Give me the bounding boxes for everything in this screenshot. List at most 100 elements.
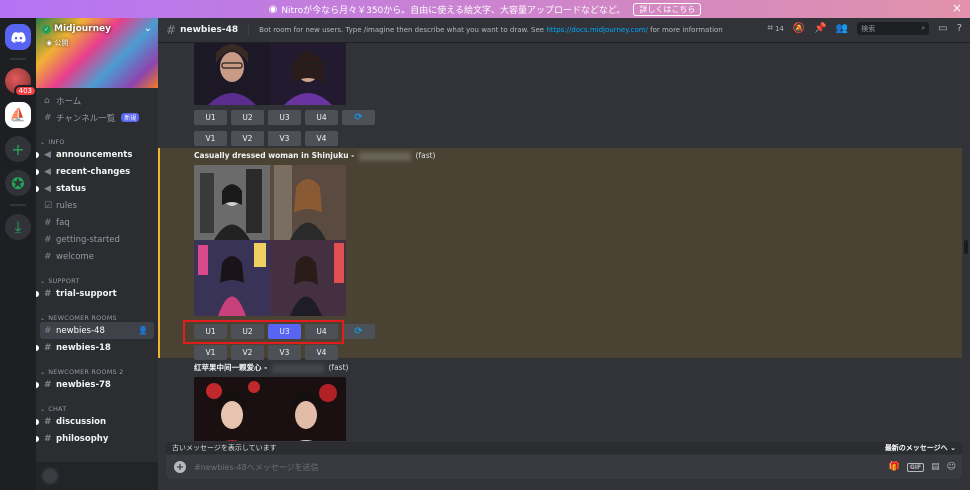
docs-link[interactable]: https://docs.midjourney.com/ [546, 26, 648, 34]
topic-text: for more information [647, 26, 723, 34]
threads-icon[interactable]: ⌗ 14 [767, 23, 784, 34]
category-newcomer[interactable]: ⌄ NEWCOMER ROOMS [36, 308, 158, 322]
jump-to-latest-button[interactable]: 最新のメッセージへ ⌄ [885, 443, 956, 453]
prompt-separator: - [351, 151, 355, 160]
emoji-icon[interactable]: ☺ [947, 462, 956, 472]
search-input[interactable]: 検索 ⌕ [857, 22, 930, 35]
message-composer[interactable]: + #newbies-48へメッセージを送信 🎁 GIF ▤ ☺ [166, 455, 962, 479]
hash-icon: # [44, 416, 52, 427]
sidebar-item-status[interactable]: ◀ status [36, 180, 158, 197]
variation-2-button[interactable]: V2 [231, 131, 264, 146]
sidebar-item-newbies-48[interactable]: # newbies-48 👤 [40, 322, 154, 339]
gif-button[interactable]: GIF [906, 462, 925, 472]
category-chat[interactable]: ⌄ CHAT [36, 399, 158, 413]
header-divider [248, 24, 250, 36]
server-icon-midjourney[interactable]: ⛵ [5, 102, 31, 128]
upscale-4-button[interactable]: U4 [305, 110, 338, 125]
upscale-2-button[interactable]: U2 [231, 110, 264, 125]
sidebar-item-newbies-78[interactable]: # newbies-78 [36, 376, 158, 393]
category-support[interactable]: ⌄ SUPPORT [36, 271, 158, 285]
speed-tag: (fast) [415, 151, 436, 160]
sidebar-item-discussion[interactable]: # discussion [36, 413, 158, 430]
unread-indicator [36, 381, 39, 388]
chevron-down-icon[interactable]: ⌄ [144, 23, 152, 34]
add-server-icon[interactable]: + [5, 136, 31, 162]
sidebar-item-rules[interactable]: ☑ rules [36, 197, 158, 214]
generated-image[interactable] [194, 43, 346, 105]
avatar[interactable] [42, 468, 58, 484]
rail-separator [10, 58, 26, 60]
hash-icon: # [44, 112, 52, 123]
composer-toolbar: 🎁 GIF ▤ ☺ [889, 462, 956, 472]
message-input[interactable]: #newbies-48へメッセージを送信 [194, 462, 319, 473]
variation-4-button[interactable]: V4 [305, 131, 338, 146]
sidebar-item-getting-started[interactable]: # getting-started [36, 231, 158, 248]
mute-icon[interactable]: 🔕 [793, 23, 805, 34]
sidebar-item-label: newbies-18 [56, 342, 111, 353]
callout-highlight [183, 320, 344, 344]
unread-indicator [36, 435, 39, 442]
close-icon[interactable]: × [952, 1, 962, 15]
speed-tag: (fast) [328, 363, 349, 372]
hash-icon: # [44, 251, 52, 262]
variation-1-button[interactable]: V1 [194, 131, 227, 146]
category-newcomer-2[interactable]: ⌄ NEWCOMER ROOMS 2 [36, 362, 158, 376]
help-icon[interactable]: ? [957, 23, 962, 34]
category-label: SUPPORT [48, 277, 80, 285]
rail-separator [10, 204, 26, 206]
category-label: CHAT [48, 405, 67, 413]
hash-icon: # [44, 288, 52, 299]
sidebar-item-trial-support[interactable]: # trial-support [36, 285, 158, 302]
sidebar-item-label: rules [56, 200, 77, 211]
new-badge: 新規 [121, 113, 140, 122]
pin-icon[interactable]: 📌 [814, 23, 826, 34]
unread-indicator [36, 344, 39, 351]
add-attachment-icon[interactable]: + [174, 461, 186, 473]
sidebar-item-channel-list[interactable]: # チャンネル一覧 新規 [36, 109, 158, 126]
category-label: INFO [48, 138, 65, 146]
upscale-3-button[interactable]: U3 [268, 110, 301, 125]
variation-3-button[interactable]: V3 [268, 131, 301, 146]
variation-row: V1 V2 V3 V4 [194, 131, 338, 146]
sidebar-item-label: recent-changes [56, 166, 131, 177]
sidebar-item-home[interactable]: ⌂ ホーム [36, 92, 158, 109]
discord-icon[interactable] [5, 24, 31, 50]
sidebar-item-recent-changes[interactable]: ◀ recent-changes [36, 163, 158, 180]
nitro-banner: ◉ Nitroが今なら月々￥350から。自由に使える絵文字、大容量アップロードな… [0, 0, 970, 18]
reroll-icon[interactable]: ⟳ [342, 324, 375, 339]
upscale-1-button[interactable]: U1 [194, 110, 227, 125]
scrollbar-thumb[interactable] [964, 240, 968, 254]
generated-image-grid[interactable] [194, 165, 346, 316]
inbox-icon[interactable]: ▭ [938, 23, 947, 34]
download-icon[interactable]: ⤓ [5, 214, 31, 240]
nitro-icon: ◉ [268, 3, 278, 15]
channel-header: # newbies-48 Bot room for new users. Typ… [158, 18, 970, 43]
user-panel [36, 462, 158, 490]
megaphone-icon: ◀ [44, 149, 51, 160]
sidebar-item-announcements[interactable]: ◀ announcements [36, 146, 158, 163]
gift-icon[interactable]: 🎁 [889, 462, 900, 472]
add-member-icon[interactable]: 👤 [138, 326, 148, 335]
message-1: U1 U2 U3 U4 ⟳ V1 V2 V3 V4 [158, 43, 962, 148]
hash-icon: # [44, 342, 52, 353]
reroll-icon[interactable]: ⟳ [342, 110, 375, 125]
sidebar-item-newbies-18[interactable]: # newbies-18 [36, 339, 158, 356]
sidebar-item-faq[interactable]: # faq [36, 214, 158, 231]
sidebar-item-label: getting-started [56, 234, 120, 245]
guild-banner[interactable]: ✓ Midjourney ⌄ ◉ 公開 [36, 18, 158, 88]
server-icon-user[interactable]: 403 [5, 68, 37, 97]
compass-icon[interactable]: ✪ [5, 170, 31, 196]
category-info[interactable]: ⌄ INFO [36, 132, 158, 146]
sticker-icon[interactable]: ▤ [931, 462, 940, 472]
members-icon[interactable]: 👥 [836, 23, 848, 34]
sidebar-item-welcome[interactable]: # welcome [36, 248, 158, 265]
nitro-learn-more-button[interactable]: 詳しくはこちら [633, 2, 702, 16]
generated-image[interactable] [194, 377, 346, 441]
server-rail: 403 ⛵ + ✪ ⤓ [0, 18, 37, 490]
sidebar-item-label: discussion [56, 416, 107, 427]
unread-indicator [36, 290, 39, 297]
message-prompt: 红苹果中间一颗爱心 - (fast) [194, 362, 348, 373]
sidebar-item-philosophy[interactable]: # philosophy [36, 430, 158, 447]
nitro-banner-text: Nitroが今なら月々￥350から。自由に使える絵文字、大容量アップロードなどな… [281, 5, 626, 16]
message-prompt: Casually dressed woman in Shinjuku - (fa… [194, 151, 435, 161]
